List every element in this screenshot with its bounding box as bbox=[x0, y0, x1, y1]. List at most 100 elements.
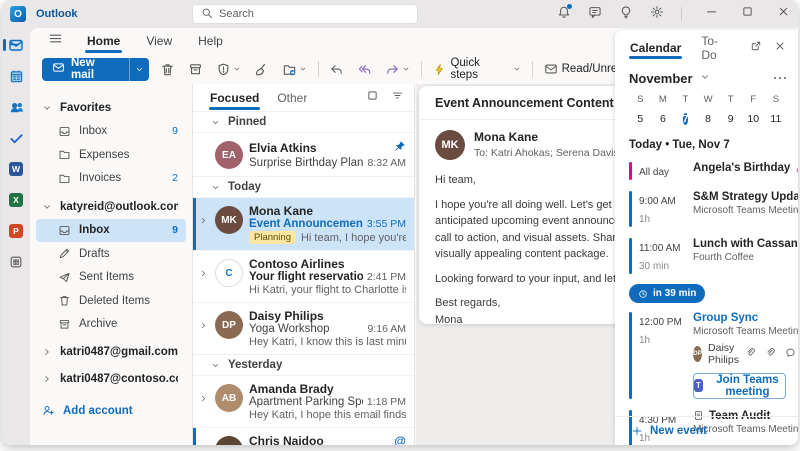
expand-chevron-icon[interactable] bbox=[199, 309, 209, 354]
quick-steps-button[interactable]: Quick steps bbox=[431, 57, 522, 81]
expand-chevron-icon[interactable] bbox=[199, 434, 209, 445]
account-header[interactable]: katyreid@outlook.com bbox=[30, 195, 192, 219]
select-messages-icon[interactable] bbox=[366, 89, 379, 107]
rail-powerpoint-icon[interactable]: P bbox=[2, 222, 30, 240]
folder-inbox-selected[interactable]: Inbox 9 bbox=[36, 218, 186, 242]
folder-icon bbox=[59, 174, 70, 183]
event-angelas-birthday[interactable]: All day Angela's Birthday bbox=[629, 162, 798, 180]
delete-icon[interactable] bbox=[158, 58, 177, 80]
date-cell[interactable]: 8 bbox=[697, 109, 720, 130]
reminder-badge: in 39 min bbox=[629, 284, 706, 303]
month-dropdown-icon[interactable] bbox=[700, 69, 710, 87]
section-today[interactable]: Today bbox=[193, 176, 414, 197]
folder-sent-items[interactable]: Sent Items bbox=[30, 266, 192, 290]
avatar: CN bbox=[215, 436, 243, 445]
new-event-button[interactable]: New event bbox=[615, 416, 798, 445]
minimize-button[interactable] bbox=[705, 5, 718, 23]
new-mail-dropdown[interactable] bbox=[129, 57, 149, 81]
event-group-sync[interactable]: 12:00 PM 1h Group Sync Microsoft Teams Me… bbox=[629, 311, 798, 399]
join-teams-meeting-button[interactable]: T Join Teams meeting bbox=[693, 372, 786, 399]
date-cell-selected[interactable]: 7 bbox=[674, 109, 697, 130]
rail-todo-icon[interactable] bbox=[2, 129, 30, 147]
rail-calendar-icon[interactable] bbox=[2, 67, 30, 85]
tab-view[interactable]: View bbox=[144, 30, 174, 52]
folder-deleted-items[interactable]: Deleted Items bbox=[30, 289, 192, 313]
tab-calendar[interactable]: Calendar bbox=[629, 37, 683, 59]
plus-icon bbox=[632, 426, 642, 436]
rail-word-icon[interactable]: W bbox=[2, 160, 30, 178]
divider bbox=[419, 119, 633, 120]
event-strategy-update[interactable]: 9:00 AM1h S&M Strategy Update Microsoft … bbox=[629, 191, 798, 227]
expand-chevron-icon[interactable] bbox=[199, 204, 209, 250]
comment-icon bbox=[785, 345, 796, 363]
hamburger-menu-icon[interactable] bbox=[48, 31, 63, 51]
folder-icon bbox=[59, 151, 70, 160]
rail-people-icon[interactable] bbox=[2, 98, 30, 116]
message-row-mona-selected[interactable]: MK Mona Kane Event Announcement Content … bbox=[193, 197, 414, 250]
report-icon[interactable] bbox=[214, 58, 243, 80]
message-row-amanda[interactable]: AB Amanda Brady Apartment Parking Spot O… bbox=[193, 375, 414, 427]
chevron-right-icon bbox=[45, 376, 49, 383]
forward-dropdown-icon bbox=[404, 67, 409, 71]
date-cell[interactable]: 11 bbox=[765, 109, 788, 130]
rail-more-apps-icon[interactable] bbox=[2, 253, 30, 271]
avatar: DP bbox=[215, 311, 243, 339]
move-to-folder-icon[interactable] bbox=[280, 58, 309, 80]
message-row-chris[interactable]: CN Chris Naidoo @ Thanks for joining our… bbox=[193, 427, 414, 445]
tips-lightbulb-icon[interactable] bbox=[619, 5, 633, 24]
tab-other[interactable]: Other bbox=[276, 86, 308, 110]
reply-icon[interactable] bbox=[327, 58, 346, 80]
folder-favorite-inbox[interactable]: Inbox 9 bbox=[30, 120, 192, 144]
feedback-icon[interactable] bbox=[588, 5, 602, 24]
unread-count: 9 bbox=[172, 224, 178, 237]
date-cell[interactable]: 6 bbox=[652, 109, 675, 130]
folder-drafts[interactable]: Drafts bbox=[30, 242, 192, 266]
forward-icon[interactable] bbox=[383, 58, 412, 80]
rail-mail-icon[interactable] bbox=[2, 36, 30, 54]
chevron-down-icon bbox=[212, 185, 219, 189]
date-cell[interactable]: 9 bbox=[719, 109, 742, 130]
message-row-daisy[interactable]: DP Daisy Philips Yoga Workshop 9:16 AM H… bbox=[193, 302, 414, 354]
section-yesterday[interactable]: Yesterday bbox=[193, 354, 414, 375]
rail-excel-icon[interactable]: X bbox=[2, 191, 30, 209]
close-panel-icon[interactable] bbox=[774, 39, 786, 57]
settings-gear-icon[interactable] bbox=[650, 5, 664, 24]
tab-todo[interactable]: To-Do bbox=[700, 30, 732, 66]
add-account-icon bbox=[43, 406, 54, 416]
account-gmail[interactable]: katri0487@gmail.com bbox=[30, 340, 192, 364]
avatar: MK bbox=[215, 206, 243, 234]
tab-help[interactable]: Help bbox=[196, 30, 225, 52]
calendar-panel: Calendar To-Do November S M T W T F S 5 … bbox=[615, 30, 798, 445]
folder-favorite-expenses[interactable]: Expenses bbox=[30, 143, 192, 167]
tab-focused[interactable]: Focused bbox=[209, 86, 261, 110]
message-row-contoso[interactable]: C Contoso Airlines Your flight reservati… bbox=[193, 250, 414, 302]
expand-chevron-icon[interactable] bbox=[199, 257, 209, 302]
date-cell[interactable]: 5 bbox=[629, 109, 652, 130]
expand-chevron-icon[interactable] bbox=[199, 382, 209, 427]
open-in-new-window-icon[interactable] bbox=[750, 39, 762, 57]
pinned-icon[interactable] bbox=[394, 139, 406, 157]
notifications-icon[interactable] bbox=[557, 3, 572, 24]
new-mail-button[interactable]: New mail bbox=[42, 57, 149, 81]
folder-favorite-invoices[interactable]: Invoices 2 bbox=[30, 167, 192, 191]
message-row-elvia[interactable]: EA Elvia Atkins Surprise Birthday Planni… bbox=[193, 132, 414, 176]
date-cell[interactable]: 10 bbox=[742, 109, 765, 130]
filter-icon[interactable] bbox=[391, 89, 404, 107]
event-lunch-cassandra[interactable]: 11:00 AM30 min Lunch with Cassandra Four… bbox=[629, 238, 798, 274]
maximize-button[interactable] bbox=[741, 5, 754, 23]
tab-home[interactable]: Home bbox=[85, 30, 123, 53]
more-options-icon[interactable] bbox=[773, 76, 786, 80]
email-subject: Event Announcement Content Creation bbox=[435, 96, 633, 110]
add-account-button[interactable]: Add account bbox=[30, 399, 192, 423]
close-button[interactable] bbox=[777, 5, 790, 23]
section-pinned[interactable]: Pinned bbox=[193, 111, 414, 132]
favorites-header[interactable]: Favorites bbox=[30, 96, 192, 120]
archive-icon[interactable] bbox=[186, 58, 205, 80]
sweep-icon[interactable] bbox=[252, 58, 271, 80]
new-mail-envelope-icon bbox=[52, 61, 65, 77]
reply-all-icon[interactable] bbox=[355, 58, 374, 80]
quick-steps-dropdown-icon bbox=[514, 67, 519, 71]
search-input[interactable]: Search bbox=[192, 4, 418, 24]
account-contoso[interactable]: katri0487@contoso.com bbox=[30, 368, 192, 392]
folder-archive[interactable]: Archive bbox=[30, 313, 192, 337]
